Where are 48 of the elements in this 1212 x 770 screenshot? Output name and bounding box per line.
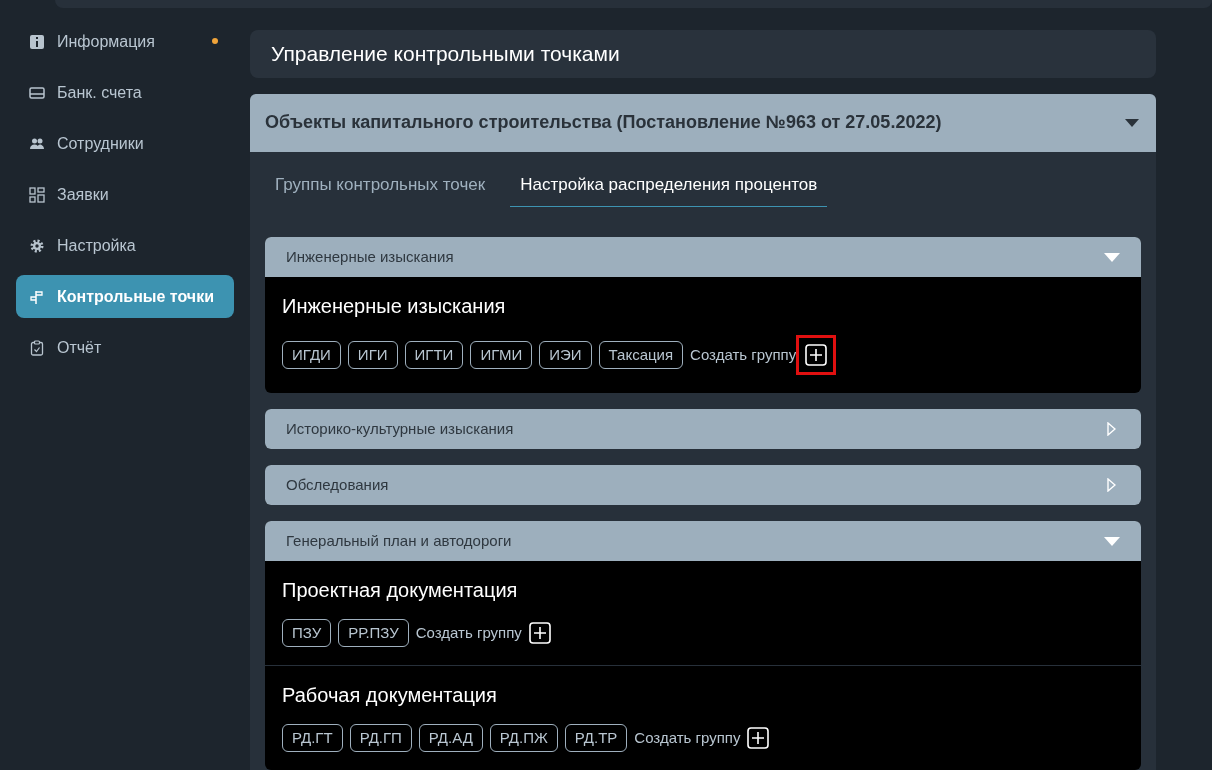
accordion-header[interactable]: Обследования: [265, 465, 1141, 505]
tag-chip[interactable]: ИГТИ: [404, 341, 464, 369]
group-title: Рабочая документация: [282, 683, 498, 708]
sidebar-item[interactable]: Контрольные точки: [16, 275, 234, 318]
signpost-icon: [29, 288, 45, 305]
add-icon[interactable]: [805, 344, 828, 366]
accordion-header[interactable]: Инженерные изыскания: [265, 237, 1141, 277]
info-icon: [29, 33, 45, 50]
card-icon: [29, 84, 45, 101]
tag-chip[interactable]: РД.ТР: [564, 724, 628, 752]
page-title: Управление контрольными точками: [250, 30, 1156, 78]
tab[interactable]: Группы контрольных точек: [275, 171, 486, 207]
group-title: Инженерные изыскания: [282, 294, 507, 319]
create-group-label: Создать группу: [634, 727, 741, 748]
accordion-header[interactable]: Генеральный план и автодороги: [265, 521, 1141, 561]
add-icon[interactable]: [528, 622, 551, 644]
accordion-header[interactable]: Историко-культурные изыскания: [265, 409, 1141, 449]
caret-right-icon: [1107, 478, 1116, 492]
tag-chip[interactable]: ИЭИ: [539, 341, 592, 369]
sidebar-item[interactable]: Банк. счета: [16, 71, 234, 114]
caret-down-icon: [1104, 536, 1120, 546]
grid-icon: [29, 186, 45, 203]
tag-chip[interactable]: РД.ГТ: [282, 724, 343, 752]
tag-chip[interactable]: ИГДИ: [282, 341, 341, 369]
tag-chip[interactable]: РД.АД: [418, 724, 483, 752]
sidebar-item[interactable]: Заявки: [16, 173, 234, 216]
sidebar-item[interactable]: Информация: [16, 20, 234, 63]
group-title: Проектная документация: [282, 578, 519, 603]
clipboard-icon: [29, 339, 45, 356]
tag-chip[interactable]: Таксация: [598, 341, 684, 369]
settings-icon: [29, 237, 45, 254]
tab[interactable]: Настройка распределения процентов: [510, 171, 828, 207]
caret-down-icon: [1125, 118, 1139, 127]
sidebar-item[interactable]: Сотрудники: [16, 122, 234, 165]
create-group-label: Создать группу: [690, 344, 797, 365]
caret-down-icon: [1104, 252, 1120, 262]
tag-chip[interactable]: ИГМИ: [470, 341, 533, 369]
section-header[interactable]: Объекты капитального строительства (Постановление №963 от 27.05.2022): [250, 93, 1156, 152]
create-group-label: Создать группу: [415, 622, 522, 643]
tag-chip[interactable]: РД.ГП: [349, 724, 412, 752]
sidebar-item[interactable]: Настройка: [16, 224, 234, 267]
add-icon[interactable]: [747, 727, 770, 749]
sidebar-item[interactable]: Отчёт: [16, 326, 234, 369]
tag-chip[interactable]: РД.ПЖ: [489, 724, 558, 752]
tag-chip[interactable]: ПЗУ: [282, 619, 332, 647]
caret-right-icon: [1107, 422, 1116, 436]
tag-chip[interactable]: ИГИ: [347, 341, 398, 369]
tag-chip[interactable]: РР.ПЗУ: [338, 619, 409, 647]
